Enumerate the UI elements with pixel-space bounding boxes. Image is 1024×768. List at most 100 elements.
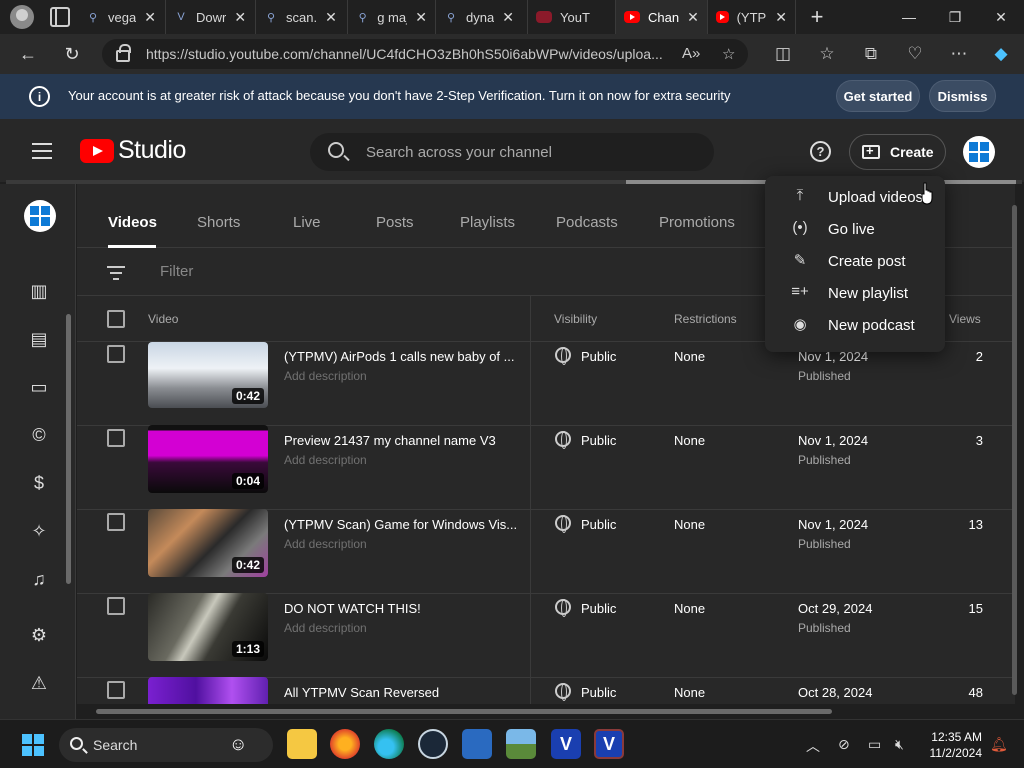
filter-icon[interactable] [107,266,125,284]
more-menu-icon[interactable]: ⋯ [948,44,970,64]
menu-new-podcast[interactable]: ◉ New podcast [765,309,945,341]
steam-icon[interactable] [418,729,448,759]
table-row[interactable]: All YTPMV Scan Reversed Public None Oct … [77,677,1015,704]
network-icon[interactable]: ⊘ [838,736,850,753]
tab-posts[interactable]: Posts [376,214,414,231]
app-monitor-icon[interactable] [506,729,536,759]
get-started-button[interactable]: Get started [836,80,920,112]
audio-library-icon[interactable]: ♫ [28,568,50,590]
video-description[interactable]: Add description [284,369,367,383]
video-thumbnail[interactable]: 0:42 [148,509,268,577]
favorites-icon[interactable]: ☆ [816,44,838,64]
menu-create-post[interactable]: ✎ Create post [765,245,945,277]
tab-promotions[interactable]: Promotions [659,214,735,231]
rail-scrollbar[interactable] [66,314,71,584]
create-button[interactable]: Create [849,134,946,170]
url-text[interactable]: https://studio.youtube.com/channel/UC4fd… [146,46,666,62]
search-input[interactable] [366,133,696,171]
table-row[interactable]: 1:13 DO NOT WATCH THIS! Add description … [77,593,1015,678]
restore-icon[interactable]: ❐ [932,0,978,34]
header-restrictions[interactable]: Restrictions [674,312,737,326]
browser-tab[interactable]: ⚲ scan. ✕ [256,0,348,34]
new-tab-icon[interactable]: + [802,4,832,30]
earn-icon[interactable]: $ [28,472,50,494]
close-icon[interactable]: ✕ [775,9,787,26]
close-icon[interactable]: ✕ [415,9,427,26]
video-description[interactable]: Add description [284,621,367,635]
studio-logo-text[interactable]: Studio [118,136,186,165]
tab-playlists[interactable]: Playlists [460,214,515,231]
browser-tab[interactable]: ⚲ vega ✕ [78,0,166,34]
video-title[interactable]: (YTPMV Scan) Game for Windows Vis... [284,517,517,532]
table-row[interactable]: 0:04 Preview 21437 my channel name V3 Ad… [77,425,1015,510]
tab-videos[interactable]: Videos [108,214,157,231]
table-row[interactable]: 0:42 (YTPMV Scan) Game for Windows Vis..… [77,509,1015,594]
browser-tab[interactable]: ⚲ dyna ✕ [436,0,528,34]
browser-tab[interactable]: (YTPN ✕ [708,0,796,34]
app-icon[interactable] [462,729,492,759]
start-windows-icon[interactable] [22,734,44,756]
close-icon[interactable]: ✕ [325,9,337,26]
video-thumbnail[interactable]: 0:04 [148,425,268,493]
customization-wand-icon[interactable]: ✧ [28,520,50,542]
content-icon[interactable]: ▬ [28,234,50,244]
profile-avatar-icon[interactable] [10,5,34,29]
close-icon[interactable]: ✕ [687,9,699,26]
close-window-icon[interactable]: ✕ [978,0,1024,34]
select-all-checkbox[interactable] [107,310,125,328]
tab-actions-icon[interactable] [50,7,70,27]
menu-upload-videos[interactable]: ⤒ Upload videos [765,181,945,213]
volume-muted-icon[interactable]: 🔇︎ [895,736,904,753]
visibility-value[interactable]: Public [581,349,616,364]
collections-icon[interactable]: ⧉ [860,44,882,64]
read-aloud-icon[interactable]: A» [682,45,700,62]
lock-icon[interactable] [116,44,131,62]
browser-tab[interactable]: YouT [528,0,616,34]
video-description[interactable]: Add description [284,537,367,551]
account-avatar[interactable] [963,136,995,168]
close-icon[interactable]: ✕ [502,9,514,26]
channel-avatar[interactable] [24,200,56,232]
tab-podcasts[interactable]: Podcasts [556,214,618,231]
close-icon[interactable]: ✕ [234,9,246,26]
copilot-icon[interactable]: ◆ [990,44,1012,64]
youtube-logo-icon[interactable] [80,139,114,163]
browser-tab[interactable]: V Dowr ✕ [166,0,256,34]
table-row[interactable]: 0:42 (YTPMV) AirPods 1 calls new baby of… [77,342,1015,426]
notification-bell-icon[interactable]: 🔔︎ [990,736,1008,753]
close-icon[interactable]: ✕ [144,9,156,26]
split-screen-icon[interactable]: ◫ [772,44,794,64]
browser-essentials-icon[interactable]: ♡ [904,44,926,64]
video-thumbnail[interactable]: 0:42 [148,342,268,408]
taskbar-search[interactable]: Search ☺ [59,728,273,762]
favorite-star-icon[interactable]: ☆ [722,45,735,63]
video-title[interactable]: Preview 21437 my channel name V3 [284,433,496,448]
back-icon[interactable]: ← [8,34,48,74]
v-app-icon[interactable]: V [551,729,581,759]
hamburger-menu-icon[interactable] [32,143,52,159]
firefox-icon[interactable] [330,729,360,759]
help-icon[interactable]: ? [810,141,831,162]
header-views[interactable]: Views [949,312,981,326]
video-title[interactable]: DO NOT WATCH THIS! [284,601,421,616]
file-explorer-icon[interactable] [287,729,317,759]
row-checkbox[interactable] [107,513,125,531]
menu-go-live[interactable]: (•) Go live [765,213,945,245]
video-title[interactable]: (YTPMV) AirPods 1 calls new baby of ... [284,349,514,364]
row-checkbox[interactable] [107,345,125,363]
feedback-icon[interactable]: ⚠ [28,672,50,694]
address-bar[interactable]: https://studio.youtube.com/channel/UC4fd… [102,39,748,69]
settings-gear-icon[interactable]: ⚙ [28,624,50,646]
taskbar-clock[interactable]: 12:35 AM 11/2/2024 [918,729,983,761]
edge-icon[interactable] [374,729,404,759]
analytics-icon[interactable]: ▥ [28,280,50,302]
horizontal-scrollbar[interactable] [96,709,832,714]
display-icon[interactable]: ▭ [868,736,881,753]
visibility-value[interactable]: Public [581,601,616,616]
browser-tab-active[interactable]: Chan ✕ [616,0,708,34]
v-app-active-icon[interactable]: V [594,729,624,759]
row-checkbox[interactable] [107,681,125,699]
search-icon[interactable] [328,142,344,158]
browser-tab[interactable]: ⚲ g maj ✕ [348,0,436,34]
filter-input[interactable]: Filter [160,263,193,280]
